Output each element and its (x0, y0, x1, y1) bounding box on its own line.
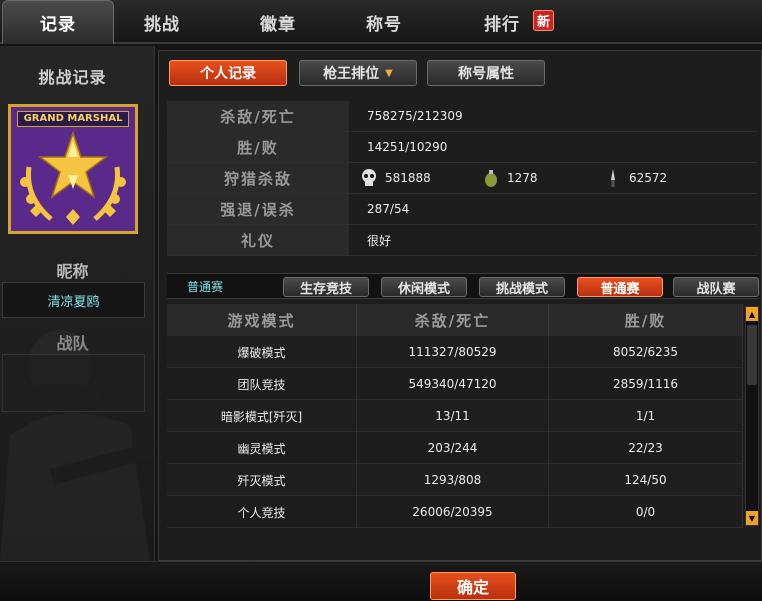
tab-records[interactable]: 记录 (2, 0, 114, 44)
scroll-down-icon[interactable]: ▼ (746, 511, 758, 525)
header-wl: 胜/败 (549, 304, 743, 336)
row-kd: 549340/47120 (357, 368, 549, 400)
tab-titles[interactable]: 称号 (344, 0, 424, 44)
nickname-value: 清凉夏鸥 (2, 282, 145, 318)
right-panel: 个人记录 枪王排位 ▼ 称号属性 杀敌/死亡 758275/212309 胜/败… (158, 50, 762, 561)
wl-label: 胜/败 (167, 132, 349, 162)
stat-row-etiquette: 礼仪 很好 (167, 225, 757, 256)
header-mode: 游戏模式 (167, 304, 357, 336)
row-kd: 26006/20395 (357, 496, 549, 528)
mode-clan-button[interactable]: 战队赛 (673, 277, 759, 297)
gun-king-dropdown[interactable]: 枪王排位 ▼ (299, 60, 417, 86)
tab-ranking[interactable]: 排行 (462, 0, 542, 44)
row-mode: 团队竞技 (167, 368, 357, 400)
current-mode-label: 普通赛 (187, 280, 224, 294)
table-row: 团队竞技 549340/47120 2859/1116 (167, 368, 743, 400)
row-kd: 1293/808 (357, 464, 549, 496)
row-kd: 203/244 (357, 432, 549, 464)
left-panel: 挑战记录 GRAND MARSHAL 昵称 清凉夏鸥 战队 (0, 46, 155, 561)
table-row: 暗影模式[歼灭] 13/11 1/1 (167, 400, 743, 432)
chevron-down-icon: ▼ (385, 67, 393, 79)
top-tab-bar: 记录 挑战 徽章 称号 排行 新 (0, 0, 762, 44)
new-badge: 新 (533, 10, 554, 31)
scroll-thumb[interactable] (747, 325, 757, 385)
title-attributes-button[interactable]: 称号属性 (427, 60, 545, 86)
knife-icon (603, 168, 623, 188)
stat-row-escape: 强退/误杀 287/54 (167, 194, 757, 225)
special-kill-label: 狩猎杀敌 (167, 163, 349, 193)
knife-value: 62572 (629, 171, 668, 185)
scroll-up-icon[interactable]: ▲ (746, 307, 758, 321)
tab-badges[interactable]: 徽章 (238, 0, 318, 44)
row-mode: 爆破模式 (167, 336, 357, 368)
header-kd: 杀敌/死亡 (357, 304, 549, 336)
row-wl: 2859/1116 (549, 368, 743, 400)
table-scrollbar[interactable]: ▲ ▼ (745, 306, 759, 526)
stat-row-wl: 胜/败 14251/10290 (167, 132, 757, 163)
row-kd: 111327/80529 (357, 336, 549, 368)
rank-label: GRAND MARSHAL (17, 111, 129, 127)
confirm-button[interactable]: 确定 (430, 572, 516, 600)
row-wl: 0/0 (549, 496, 743, 528)
nickname-title: 昵称 (56, 262, 89, 281)
table-row: 歼灭模式 1293/808 124/50 (167, 464, 743, 496)
row-mode: 暗影模式[歼灭] (167, 400, 357, 432)
etiquette-value: 很好 (367, 233, 392, 248)
escape-label: 强退/误杀 (167, 194, 349, 224)
mode-stats-table: 游戏模式 杀敌/死亡 胜/败 爆破模式 111327/80529 8052/62… (167, 304, 743, 528)
team-title: 战队 (56, 334, 89, 353)
knife-stat: 62572 (603, 163, 667, 193)
rank-emblem: GRAND MARSHAL (8, 104, 138, 234)
row-wl: 8052/6235 (549, 336, 743, 368)
mode-bar: 普通赛 生存竞技 休闲模式 挑战模式 普通赛 战队赛 (167, 273, 759, 299)
row-mode: 歼灭模式 (167, 464, 357, 496)
mode-survival-button[interactable]: 生存竞技 (283, 277, 369, 297)
personal-record-button[interactable]: 个人记录 (169, 60, 287, 86)
star-laurel-icon (20, 130, 126, 225)
stats-panel: 杀敌/死亡 758275/212309 胜/败 14251/10290 狩猎杀敌… (167, 101, 762, 259)
grenade-icon (481, 168, 501, 188)
table-row: 爆破模式 111327/80529 8052/6235 (167, 336, 743, 368)
grenade-stat: 1278 (481, 163, 538, 193)
tab-challenge[interactable]: 挑战 (122, 0, 202, 44)
row-mode: 个人竞技 (167, 496, 357, 528)
row-wl: 124/50 (549, 464, 743, 496)
kd-label: 杀敌/死亡 (167, 101, 349, 131)
stat-row-kd: 杀敌/死亡 758275/212309 (167, 101, 757, 132)
wl-value: 14251/10290 (367, 140, 448, 154)
row-kd: 13/11 (357, 400, 549, 432)
kd-value: 758275/212309 (367, 109, 463, 123)
table-row: 幽灵模式 203/244 22/23 (167, 432, 743, 464)
mode-challenge-button[interactable]: 挑战模式 (479, 277, 565, 297)
headshot-stat: 581888 (359, 163, 431, 193)
gun-king-label: 枪王排位 (323, 66, 380, 82)
mode-normal-button[interactable]: 普通赛 (577, 277, 663, 297)
stat-row-special: 狩猎杀敌 581888 1278 62572 (167, 163, 757, 194)
etiquette-label: 礼仪 (167, 225, 349, 255)
mode-casual-button[interactable]: 休闲模式 (381, 277, 467, 297)
challenge-record-title: 挑战记录 (38, 68, 107, 87)
table-row: 个人竞技 26006/20395 0/0 (167, 496, 743, 528)
row-mode: 幽灵模式 (167, 432, 357, 464)
skull-icon (359, 168, 379, 188)
escape-value: 287/54 (367, 202, 410, 216)
row-wl: 22/23 (549, 432, 743, 464)
grenade-value: 1278 (507, 171, 538, 185)
headshot-value: 581888 (385, 171, 431, 185)
bottom-bar (0, 561, 762, 601)
row-wl: 1/1 (549, 400, 743, 432)
team-box (2, 354, 145, 412)
